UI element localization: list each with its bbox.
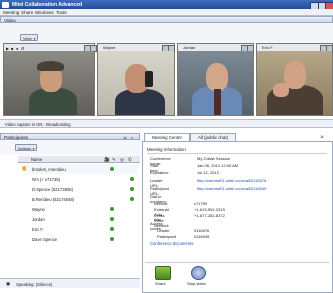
participant-name: Wayne bbox=[32, 206, 45, 212]
participant-name: Dave Spence bbox=[32, 236, 58, 242]
action-buttons-divider bbox=[145, 262, 329, 263]
info-value: Jan 06, 2012 12:00 AM bbox=[197, 163, 239, 168]
video-feed bbox=[4, 51, 94, 115]
video-tile-self[interactable]: ▶ ■ ● ⚙ bbox=[3, 43, 97, 116]
participant-name: brookrs, mrendieu bbox=[32, 166, 66, 172]
app-logo-icon bbox=[2, 1, 9, 8]
info-key: Participant bbox=[157, 234, 176, 239]
menu-share[interactable]: Share bbox=[21, 10, 33, 15]
phone-column-icon: ✆ bbox=[128, 156, 132, 162]
info-value: +1-877-282-8372 bbox=[194, 213, 225, 218]
phone-connected-icon bbox=[130, 176, 134, 181]
participants-table-header: Name 🎥 ✎ ◎ ✆ bbox=[18, 156, 140, 163]
participant-name: N/A (+ x71745) bbox=[32, 176, 61, 182]
table-row[interactable]: Jordan bbox=[26, 214, 138, 224]
video-tile-wayne[interactable]: Wayne bbox=[97, 43, 175, 116]
view-button[interactable]: View ▾ bbox=[20, 34, 38, 41]
tab-label: All (public chat) bbox=[197, 135, 228, 140]
chevron-down-icon: ▾ bbox=[32, 146, 35, 151]
info-key: Internal bbox=[154, 201, 168, 206]
actions-button[interactable]: Actions ▾ bbox=[15, 144, 37, 151]
video-feed bbox=[178, 51, 253, 115]
pause-icon[interactable]: ■ bbox=[11, 46, 13, 51]
video-active-icon bbox=[110, 206, 114, 211]
video-camera-icon bbox=[191, 266, 206, 280]
conference-documents-link[interactable]: Conference documents bbox=[150, 241, 193, 246]
participant-url-link[interactable]: http://camnet01.mitel.com/call/0116549 bbox=[197, 186, 266, 191]
participants-panel-header: Participants ⇲ × bbox=[0, 133, 140, 140]
menu-tools[interactable]: Tools bbox=[56, 10, 67, 15]
info-value: 0116576 bbox=[194, 228, 210, 233]
share-button[interactable]: Share bbox=[153, 266, 171, 288]
stop-video-button-label: Stop video bbox=[187, 281, 206, 286]
video-tile-eric[interactable]: Eric F. bbox=[256, 43, 333, 116]
info-value: Jul 12, 2012 bbox=[197, 170, 219, 175]
info-value: x71790 bbox=[194, 201, 208, 206]
share-icon bbox=[155, 266, 171, 280]
video-feed bbox=[257, 51, 332, 115]
menu-windows[interactable]: Windows bbox=[35, 10, 54, 15]
table-row[interactable]: N/A (+ x71745) bbox=[26, 174, 138, 184]
table-row[interactable]: Eric F. bbox=[26, 224, 138, 234]
chevron-down-icon: ▾ bbox=[33, 36, 36, 41]
view-button-label: View bbox=[23, 36, 32, 42]
video-panel-header: Video bbox=[0, 16, 333, 23]
participant-name: B.Rendieu (52174048) bbox=[32, 196, 75, 202]
video-active-icon bbox=[110, 226, 114, 231]
speaker-column-icon: ◎ bbox=[120, 156, 124, 162]
video-active-icon bbox=[110, 236, 114, 241]
participant-name: D.Spence (52173838) bbox=[32, 186, 73, 192]
video-toolbar bbox=[0, 23, 333, 44]
video-status-text: Video capture is ON - Broadcasting bbox=[5, 122, 71, 127]
menu-meeting[interactable]: Meeting bbox=[3, 10, 19, 15]
table-row[interactable]: Wayne bbox=[26, 204, 138, 214]
video-active-icon bbox=[110, 216, 114, 221]
table-row[interactable]: Dave Spence bbox=[26, 234, 138, 244]
info-key: Leader bbox=[157, 228, 170, 233]
tile-name: Eric F. bbox=[262, 45, 274, 51]
tab-label: Meeting Center bbox=[151, 135, 183, 140]
phone-connected-icon bbox=[130, 186, 134, 191]
name-column-header[interactable]: Name bbox=[31, 157, 42, 162]
share-button-label: Share bbox=[155, 281, 166, 286]
speaking-status-text: Speaking: (Silence) bbox=[16, 281, 53, 287]
stop-video-button[interactable]: Stop video bbox=[186, 266, 210, 288]
table-row[interactable]: D.Spence (52173838) bbox=[26, 184, 138, 194]
participant-name: Jordan bbox=[32, 216, 45, 222]
pin-icon[interactable]: ⇲ bbox=[320, 134, 323, 139]
speaker-icon: ▣ bbox=[6, 281, 11, 286]
info-value: My Collab Session bbox=[197, 156, 231, 161]
speaking-status-bar: ▣ Speaking: (Silence) bbox=[0, 278, 140, 288]
video-column-icon: 🎥 bbox=[104, 156, 110, 162]
meeting-info-divider bbox=[147, 153, 327, 154]
table-row[interactable]: brookrs, mrendieu bbox=[26, 164, 138, 174]
participant-name: Eric F. bbox=[32, 226, 44, 232]
app-title: Mitel Collaboration Advanced bbox=[12, 1, 83, 8]
record-icon[interactable]: ● bbox=[16, 46, 18, 51]
video-tile-jordan[interactable]: Jordan bbox=[177, 43, 254, 116]
info-value: 0116549 bbox=[194, 234, 210, 239]
video-status-bar: Video capture is ON - Broadcasting bbox=[0, 119, 333, 128]
info-value: +1-613-591-2315 bbox=[194, 207, 225, 212]
video-feed bbox=[98, 51, 174, 115]
settings-icon[interactable]: ⚙ bbox=[21, 46, 25, 51]
tile-name: Wayne bbox=[103, 45, 116, 51]
actions-label: Actions bbox=[18, 146, 32, 152]
meeting-tabs: Meeting Center All (public chat) ⇲ bbox=[142, 133, 333, 142]
leader-url-link[interactable]: http://camnet01.mitel.com/call/0116576 bbox=[197, 178, 266, 183]
play-icon[interactable]: ▶ bbox=[6, 46, 9, 51]
menu-bar: Meeting Share Windows Tools bbox=[0, 9, 333, 16]
tile-name: Jordan bbox=[183, 45, 196, 51]
microphone-column-icon: ✎ bbox=[112, 156, 116, 162]
info-key: Expiration: bbox=[150, 170, 169, 175]
phone-connected-icon bbox=[130, 196, 134, 201]
table-row[interactable]: B.Rendieu (52174048) bbox=[26, 194, 138, 204]
meeting-info-title: Meeting Information bbox=[147, 147, 186, 152]
video-active-icon bbox=[110, 166, 114, 171]
title-bar: Mitel Collaboration Advanced bbox=[0, 0, 333, 10]
